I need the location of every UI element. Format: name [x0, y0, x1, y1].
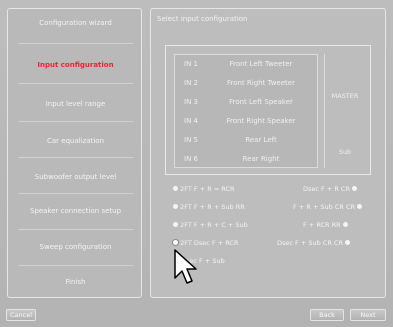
- option-right-3[interactable]: F + RCR RR: [303, 221, 348, 229]
- input-label: Front Left Tweeter: [229, 60, 293, 68]
- sidebar-item-sweep-configuration[interactable]: Sweep configuration: [8, 243, 143, 251]
- mouse-pointer-icon: [174, 249, 197, 284]
- sidebar-divider: [18, 43, 133, 44]
- input-label: Rear Right: [242, 155, 280, 163]
- input-list: IN 1 Front Left Tweeter IN 2 Front Right…: [174, 54, 318, 168]
- input-row-3[interactable]: IN 3 Front Left Speaker: [175, 93, 319, 112]
- option-label: 2FT F + R = RCR: [180, 185, 235, 193]
- sidebar-item-finish[interactable]: Finish: [8, 278, 143, 286]
- option-left-2[interactable]: 2FT F + R + Sub RR: [173, 203, 245, 211]
- option-label: 2FT Dsec F + RCR: [180, 239, 239, 247]
- input-number: IN 1: [184, 60, 198, 68]
- input-number: IN 6: [184, 155, 198, 163]
- radio-button-selected[interactable]: [173, 239, 178, 245]
- radio-button[interactable]: [345, 239, 351, 245]
- cancel-button[interactable]: Cancel: [6, 309, 36, 321]
- option-right-4[interactable]: Dsec F + Sub CR CR: [277, 239, 351, 247]
- option-label: 2FT F + R + Sub RR: [180, 203, 245, 211]
- panel-title: Select input configuration: [157, 15, 248, 23]
- option-label: F + R + Sub CR CR: [293, 203, 356, 211]
- option-right-2[interactable]: F + R + Sub CR CR: [293, 203, 363, 211]
- back-button[interactable]: Back: [310, 309, 344, 321]
- sidebar-item-configuration-wizard[interactable]: Configuration wizard: [8, 19, 143, 27]
- radio-button[interactable]: [352, 185, 358, 191]
- next-button[interactable]: Next: [350, 309, 386, 321]
- radio-button[interactable]: [357, 203, 363, 209]
- input-row-6[interactable]: IN 6 Rear Right: [175, 150, 319, 169]
- option-left-3[interactable]: 2FT F + R + C + Sub: [173, 221, 248, 229]
- destination-sub-label: Sub: [338, 148, 352, 156]
- option-right-1[interactable]: Dsec F + R CR: [303, 185, 358, 193]
- wizard-steps-sidebar: Configuration wizard Input configuration…: [7, 8, 142, 298]
- sidebar-divider: [18, 193, 133, 194]
- input-number: IN 3: [184, 98, 198, 106]
- input-row-1[interactable]: IN 1 Front Left Tweeter: [175, 55, 319, 74]
- sidebar-divider: [18, 121, 133, 122]
- radio-button[interactable]: [173, 203, 178, 209]
- sidebar-item-subwoofer-output-level[interactable]: Subwoofer output level: [8, 173, 143, 181]
- option-label: Dsec F + R CR: [303, 185, 350, 193]
- input-label: Front Right Speaker: [226, 117, 296, 125]
- sidebar-item-car-equalization[interactable]: Car equalization: [8, 137, 143, 145]
- input-number: IN 2: [184, 79, 198, 87]
- radio-button[interactable]: [173, 185, 178, 191]
- option-label: F + RCR RR: [303, 221, 341, 229]
- sidebar-item-input-level-range[interactable]: Input level range: [8, 100, 143, 108]
- input-label: Front Right Tweeter: [227, 79, 295, 87]
- option-left-1[interactable]: 2FT F + R = RCR: [173, 185, 235, 193]
- input-row-4[interactable]: IN 4 Front Right Speaker: [175, 112, 319, 131]
- destination-column: MASTER Sub: [324, 54, 365, 168]
- input-label: Rear Left: [245, 136, 277, 144]
- option-label: Dsec F + Sub CR CR: [277, 239, 343, 247]
- radio-button[interactable]: [173, 221, 178, 227]
- option-left-4[interactable]: 2FT Dsec F + RCR: [173, 239, 238, 247]
- input-label: Front Left Speaker: [229, 98, 293, 106]
- sidebar-divider: [18, 229, 133, 230]
- radio-button[interactable]: [342, 221, 348, 227]
- input-mapping-box: IN 1 Front Left Tweeter IN 2 Front Right…: [165, 45, 371, 175]
- sidebar-item-speaker-connection-setup[interactable]: Speaker connection setup: [8, 207, 143, 215]
- input-number: IN 4: [184, 117, 198, 125]
- wizard-window: Configuration wizard Input configuration…: [0, 0, 393, 327]
- option-label: 2FT F + R + C + Sub: [180, 221, 248, 229]
- input-row-5[interactable]: IN 5 Rear Left: [175, 131, 319, 150]
- sidebar-item-input-configuration[interactable]: Input configuration: [8, 61, 143, 69]
- destination-master-label: MASTER: [331, 92, 359, 100]
- input-row-2[interactable]: IN 2 Front Right Tweeter: [175, 74, 319, 93]
- sidebar-divider: [18, 83, 133, 84]
- sidebar-divider: [18, 157, 133, 158]
- input-number: IN 5: [184, 136, 198, 144]
- sidebar-divider: [18, 265, 133, 266]
